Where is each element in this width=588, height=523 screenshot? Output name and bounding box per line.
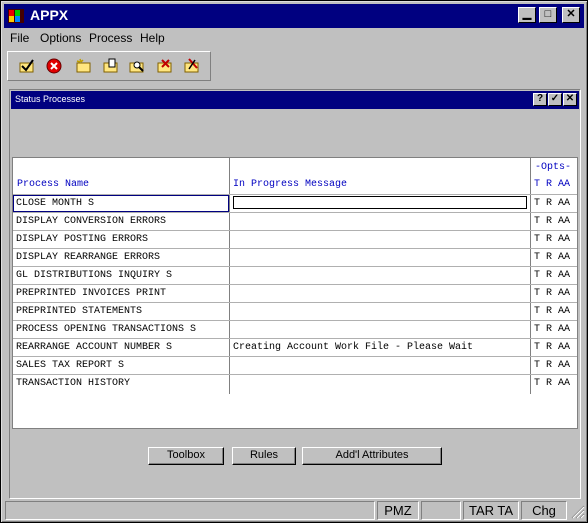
opts-cell[interactable]: T R AA [534, 216, 570, 227]
search-folder-icon[interactable] [128, 57, 146, 75]
cell-divider [229, 267, 230, 285]
table-row[interactable]: CLOSE MONTH ST R AA [13, 194, 577, 213]
cell-divider [229, 195, 230, 213]
cell-divider [229, 339, 230, 357]
cell-divider [229, 375, 230, 393]
header-process-name[interactable]: Process Name [17, 179, 89, 190]
message-input[interactable] [233, 196, 527, 209]
opts-cell[interactable]: T R AA [534, 360, 570, 371]
process-name-cell[interactable]: DISPLAY POSTING ERRORS [16, 234, 148, 245]
process-name-cell[interactable]: REARRANGE ACCOUNT NUMBER S [16, 342, 172, 353]
child-title-bar[interactable]: Status Processes ? ✓ ✕ [11, 91, 579, 109]
app-window: APPX ▁ □ ✕ File Options Process Help Sta… [0, 0, 588, 523]
opts-cell[interactable]: T R AA [534, 378, 570, 389]
cell-divider [530, 321, 531, 339]
process-grid: Process Name In Progress Message -Opts- … [12, 157, 578, 429]
rules-button[interactable]: Rules [232, 447, 296, 465]
menu-file[interactable]: File [10, 31, 29, 45]
table-row[interactable]: GL DISTRIBUTIONS INQUIRY S T R AA [13, 266, 577, 285]
cell-divider [530, 213, 531, 231]
table-row[interactable]: PROCESS OPENING TRANSACTIONS S T R AA [13, 320, 577, 339]
cell-divider [229, 357, 230, 375]
appx-logo-icon [8, 9, 24, 23]
table-row[interactable]: DISPLAY CONVERSION ERRORS T R AA [13, 212, 577, 231]
toolbox-button[interactable]: Toolbox [148, 447, 224, 465]
menu-help[interactable]: Help [140, 31, 165, 45]
opts-cell[interactable]: T R AA [534, 288, 570, 299]
status-processes-window: Status Processes ? ✓ ✕ Process Name In P… [9, 89, 581, 499]
process-name-cell[interactable]: PROCESS OPENING TRANSACTIONS S [16, 324, 196, 335]
cell-divider [229, 321, 230, 339]
cell-divider [530, 357, 531, 375]
opts-cell[interactable]: T R AA [534, 198, 570, 209]
cell-divider [530, 285, 531, 303]
table-row[interactable]: TRANSACTION HISTORY T R AA [13, 374, 577, 393]
cell-divider [530, 195, 531, 213]
header-opts[interactable]: T R AA [534, 179, 570, 190]
cell-divider [530, 339, 531, 357]
delete-folder-icon[interactable] [156, 57, 174, 75]
cell-divider [229, 213, 230, 231]
opts-cell[interactable]: T R AA [534, 270, 570, 281]
process-name-cell[interactable]: DISPLAY REARRANGE ERRORS [16, 252, 160, 263]
new-folder-icon[interactable] [75, 57, 93, 75]
process-name-cell[interactable]: PREPRINTED STATEMENTS [16, 306, 142, 317]
table-row[interactable]: REARRANGE ACCOUNT NUMBER S Creating Accou… [13, 338, 577, 357]
check-folder-icon[interactable] [18, 57, 36, 75]
opts-cell[interactable]: T R AA [534, 324, 570, 335]
status-field-main [5, 501, 375, 520]
table-row[interactable]: DISPLAY REARRANGE ERRORS T R AA [13, 248, 577, 267]
opts-cell[interactable]: T R AA [534, 306, 570, 317]
message-cell[interactable]: Creating Account Work File - Please Wait [233, 342, 473, 353]
table-row[interactable]: PREPRINTED INVOICES PRINT T R AA [13, 284, 577, 303]
table-row[interactable]: SALES TAX REPORT S T R AA [13, 356, 577, 375]
status-chg: Chg [521, 501, 567, 520]
maximize-button[interactable]: □ [539, 7, 557, 23]
edit-folder-icon[interactable] [102, 57, 120, 75]
opts-cell[interactable]: T R AA [534, 342, 570, 353]
header-opts-group: -Opts- [535, 162, 572, 173]
opts-cell[interactable]: T R AA [534, 252, 570, 263]
close-button[interactable]: ✕ [562, 7, 580, 23]
cancel-icon[interactable] [45, 57, 63, 75]
status-tar: TAR TA [463, 501, 519, 520]
cell-divider [530, 267, 531, 285]
process-name-cell[interactable]: DISPLAY CONVERSION ERRORS [16, 216, 166, 227]
menu-bar: File Options Process Help [4, 29, 584, 47]
menu-options[interactable]: Options [40, 31, 81, 45]
process-name-cell[interactable]: SALES TAX REPORT S [16, 360, 124, 371]
cell-divider [530, 231, 531, 249]
app-title: APPX [30, 7, 69, 23]
ok-button[interactable]: ✓ [548, 93, 562, 106]
help-button[interactable]: ? [533, 93, 547, 106]
status-pmz: PMZ [377, 501, 419, 520]
focused-row-outline [13, 195, 229, 212]
table-row[interactable]: DISPLAY POSTING ERRORS T R AA [13, 230, 577, 249]
process-name-cell[interactable]: TRANSACTION HISTORY [16, 378, 130, 389]
cell-divider [530, 249, 531, 267]
resize-grip-icon[interactable] [569, 503, 585, 519]
cell-divider [229, 231, 230, 249]
menu-process[interactable]: Process [89, 31, 132, 45]
tools-folder-icon[interactable] [183, 57, 201, 75]
minimize-button[interactable]: ▁ [518, 7, 536, 23]
opts-cell[interactable]: T R AA [534, 234, 570, 245]
cell-divider [530, 303, 531, 321]
child-window-title: Status Processes [15, 94, 86, 104]
process-name-cell[interactable]: GL DISTRIBUTIONS INQUIRY S [16, 270, 172, 281]
cell-divider [229, 303, 230, 321]
cell-divider [530, 375, 531, 393]
header-in-progress-message[interactable]: In Progress Message [233, 179, 347, 190]
table-row[interactable]: PREPRINTED STATEMENTS T R AA [13, 302, 577, 321]
status-empty [421, 501, 461, 520]
toolbar [7, 51, 211, 81]
addl-attributes-button[interactable]: Add'l Attributes [302, 447, 442, 465]
process-name-cell[interactable]: PREPRINTED INVOICES PRINT [16, 288, 166, 299]
cell-divider [229, 249, 230, 267]
title-bar[interactable]: APPX ▁ □ ✕ [4, 4, 584, 28]
child-close-button[interactable]: ✕ [563, 93, 577, 106]
cell-divider [229, 285, 230, 303]
